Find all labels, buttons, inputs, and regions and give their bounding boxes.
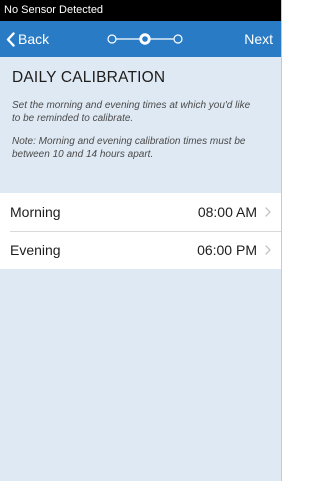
back-button[interactable]: Back bbox=[6, 21, 49, 57]
next-button[interactable]: Next bbox=[244, 21, 273, 57]
step-dot bbox=[173, 34, 183, 44]
chevron-right-icon bbox=[265, 245, 271, 255]
step-dot-current-inner bbox=[142, 36, 148, 42]
status-text: No Sensor Detected bbox=[4, 4, 104, 16]
morning-time-row[interactable]: Morning 08:00 AM bbox=[0, 193, 281, 231]
step-indicator bbox=[105, 32, 185, 46]
evening-time-row[interactable]: Evening 06:00 PM bbox=[0, 231, 281, 269]
status-bar: No Sensor Detected bbox=[0, 0, 281, 21]
nav-bar: Back Next bbox=[0, 21, 281, 57]
chevron-left-icon bbox=[6, 31, 15, 47]
step-dot bbox=[107, 34, 117, 44]
back-label: Back bbox=[18, 31, 50, 47]
page-note: Note: Morning and evening calibration ti… bbox=[12, 136, 246, 160]
row-label: Evening bbox=[10, 242, 61, 258]
app-screen: No Sensor Detected Back Next DAILY CALIB… bbox=[0, 0, 282, 481]
chevron-right-icon bbox=[265, 207, 271, 217]
page-description: Set the morning and evening times at whi… bbox=[12, 100, 251, 124]
row-label: Morning bbox=[10, 204, 61, 220]
time-list: Morning 08:00 AM Evening 06:00 PM bbox=[0, 193, 281, 269]
row-value: 06:00 PM bbox=[197, 242, 257, 258]
calibration-header: DAILY CALIBRATION Set the morning and ev… bbox=[0, 57, 281, 161]
page-title: DAILY CALIBRATION bbox=[12, 69, 166, 86]
row-value: 08:00 AM bbox=[197, 204, 257, 220]
